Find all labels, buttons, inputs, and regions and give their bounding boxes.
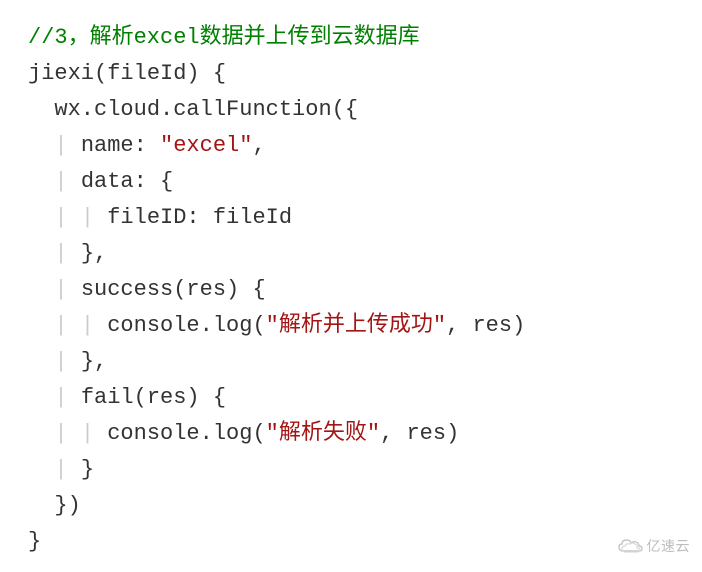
code-token: name: (81, 133, 160, 158)
code-line: | data: { (28, 164, 674, 200)
code-token: } (28, 529, 41, 554)
code-line: | }, (28, 236, 674, 272)
code-line: | }, (28, 344, 674, 380)
code-line: jiexi(fileId) { (28, 56, 674, 92)
code-token: , res) (446, 313, 525, 338)
code-line: | fail(res) { (28, 380, 674, 416)
watermark-text: 亿速云 (647, 528, 691, 564)
code-token: "解析失败" (266, 421, 380, 446)
code-token: }, (81, 241, 107, 266)
code-line: //3，解析excel数据并上传到云数据库 (28, 20, 674, 56)
code-line: | success(res) { (28, 272, 674, 308)
code-token: }, (81, 349, 107, 374)
code-line: | name: "excel", (28, 128, 674, 164)
code-token: } (81, 457, 94, 482)
code-token: "excel" (160, 133, 252, 158)
watermark: 亿速云 (617, 528, 691, 564)
code-token: jiexi(fileId) { (28, 61, 226, 86)
code-token: wx.cloud.callFunction({ (54, 97, 358, 122)
code-token: "解析并上传成功" (266, 313, 446, 338)
code-line: | } (28, 452, 674, 488)
code-token: data: { (81, 169, 173, 194)
code-token: fileID: fileId (107, 205, 292, 230)
code-line: | | fileID: fileId (28, 200, 674, 236)
code-token: }) (54, 493, 80, 518)
cloud-icon (617, 537, 643, 555)
code-line: }) (28, 488, 674, 524)
code-token: success(res) { (81, 277, 266, 302)
code-token: , res) (380, 421, 459, 446)
code-token: //3，解析excel数据并上传到云数据库 (28, 25, 420, 50)
code-line: } (28, 524, 674, 560)
code-line: | | console.log("解析并上传成功", res) (28, 308, 674, 344)
code-token: fail(res) { (81, 385, 226, 410)
code-line: wx.cloud.callFunction({ (28, 92, 674, 128)
code-token: , (252, 133, 265, 158)
code-line: | | console.log("解析失败", res) (28, 416, 674, 452)
code-block: //3，解析excel数据并上传到云数据库 jiexi(fileId) { wx.… (28, 20, 674, 560)
code-token: console.log( (107, 313, 265, 338)
code-token: console.log( (107, 421, 265, 446)
